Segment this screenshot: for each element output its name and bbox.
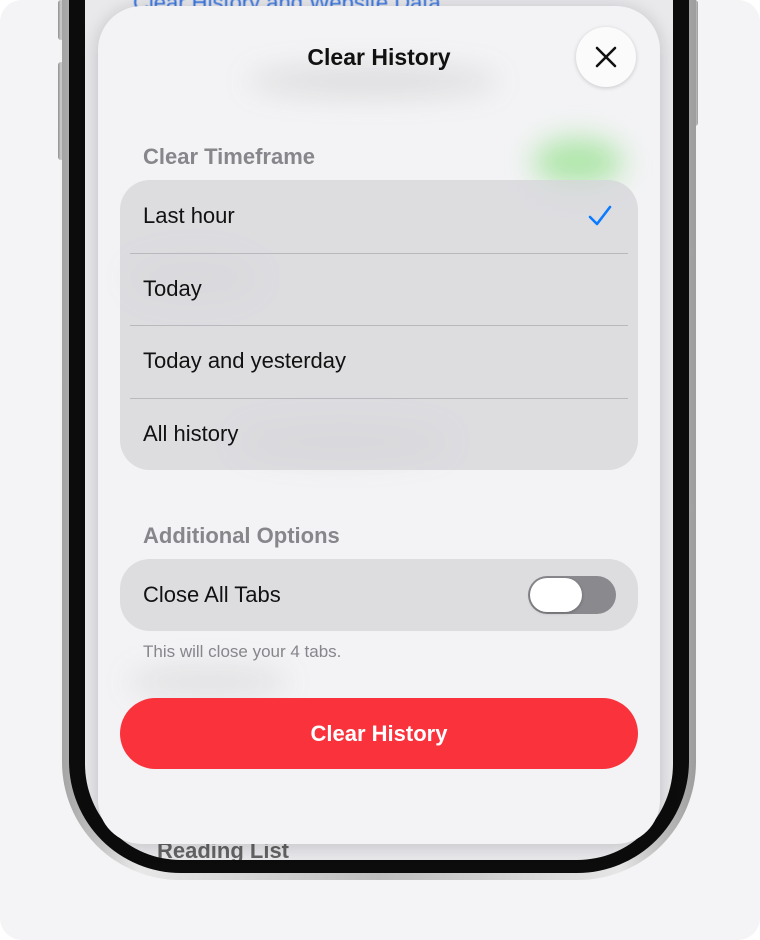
section-header-timeframe: Clear Timeframe	[143, 144, 316, 169]
timeframe-option-today-and-yesterday[interactable]: Today and yesterday	[120, 325, 638, 398]
timeframe-option-today[interactable]: Today	[120, 252, 638, 326]
option-label: Today	[143, 275, 202, 301]
close-button[interactable]	[576, 27, 636, 87]
close-all-tabs-toggle[interactable]	[528, 576, 616, 614]
close-icon	[595, 46, 617, 68]
clear-history-button[interactable]: Clear History	[120, 698, 638, 769]
toggle-knob	[530, 578, 582, 612]
option-label: All history	[143, 420, 239, 446]
timeframe-list: Last hour Today Today and yesterday All …	[120, 180, 638, 470]
clear-history-button-label: Clear History	[310, 720, 448, 746]
option-label: Last hour	[143, 203, 235, 229]
clear-history-sheet: Clear History Clear Timeframe Last hour …	[98, 6, 660, 844]
close-tabs-footnote: This will close your 4 tabs.	[143, 642, 342, 661]
close-all-tabs-row: Close All Tabs	[120, 559, 638, 631]
screenshot-stage: Clear History and Website Data Reading L…	[0, 0, 760, 940]
option-label: Today and yesterday	[143, 348, 347, 374]
timeframe-option-last-hour[interactable]: Last hour	[120, 180, 638, 253]
section-header-additional-options: Additional Options	[143, 523, 340, 548]
additional-options-list: Close All Tabs	[120, 559, 638, 631]
timeframe-option-all-history[interactable]: All history	[120, 397, 638, 471]
checkmark-icon	[588, 205, 612, 226]
close-all-tabs-label: Close All Tabs	[143, 582, 281, 608]
